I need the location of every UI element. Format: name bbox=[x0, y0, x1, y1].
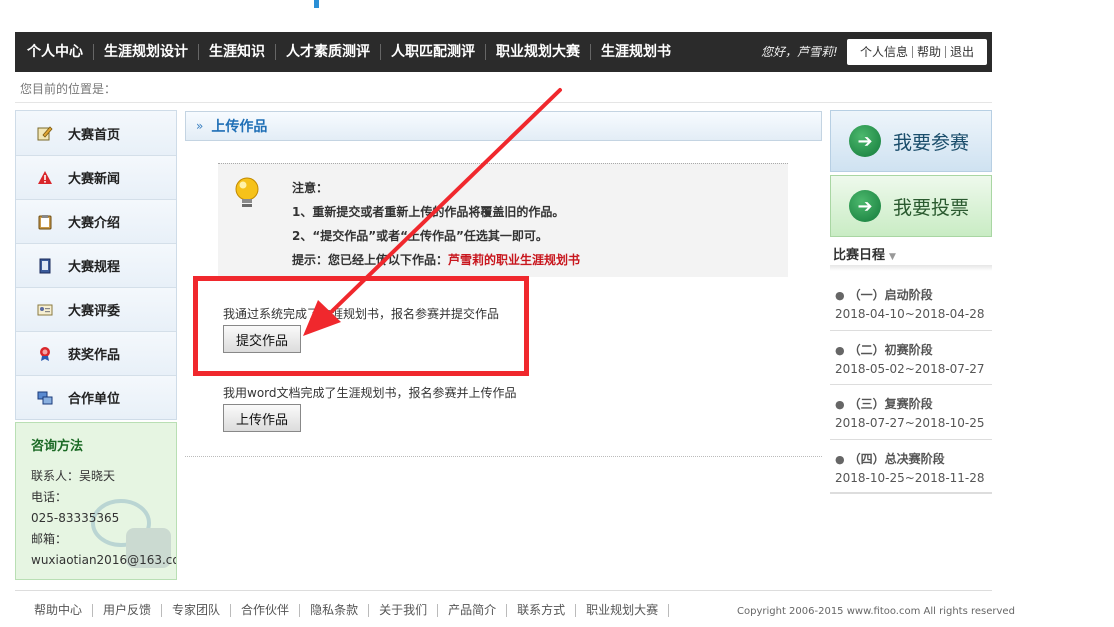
sidebar-item-contest-news[interactable]: 大赛新闻 bbox=[16, 155, 176, 199]
stage-name: （三）复赛阶段 bbox=[848, 397, 933, 411]
stage-name: （四）总决赛阶段 bbox=[848, 451, 945, 466]
notice-tip: 提示：您已经上传以下作品：芦雪莉的职业生涯规划书 bbox=[292, 248, 580, 272]
caret-down-icon: ▼ bbox=[889, 252, 896, 262]
sidebar-item-label: 合作单位 bbox=[68, 392, 121, 407]
contact-phone: 025-83335365 bbox=[31, 511, 120, 525]
sidebar-item-label: 大赛介绍 bbox=[68, 216, 121, 231]
footer-link-privacy[interactable]: 隐私条款 bbox=[300, 604, 370, 617]
footer-link-partners[interactable]: 合作伙伴 bbox=[231, 604, 301, 617]
contact-email: wuxiaotian2016@163.com bbox=[31, 553, 177, 567]
nav-item-career-plan-book[interactable]: 生涯规划书 bbox=[590, 44, 681, 60]
arrow-right-icon: ➔ bbox=[849, 190, 881, 222]
join-contest-button[interactable]: ➔ 我要参赛 bbox=[830, 110, 992, 172]
profile-link[interactable]: 个人信息 bbox=[856, 46, 912, 58]
contact-phone-label: 电话： bbox=[31, 490, 68, 504]
nav-item-talent-assessment[interactable]: 人才素质测评 bbox=[275, 44, 380, 60]
stage-name: （一）启动阶段 bbox=[848, 288, 933, 302]
pencil-icon bbox=[36, 124, 54, 142]
sidebar-item-contest-intro[interactable]: 大赛介绍 bbox=[16, 199, 176, 243]
bullet-icon: ● bbox=[835, 452, 845, 466]
book-icon bbox=[36, 257, 54, 275]
warning-icon bbox=[36, 169, 54, 187]
notice-heading: 注意： bbox=[292, 181, 329, 195]
sidebar-item-label: 获奖作品 bbox=[68, 348, 121, 363]
contact-box: 咨询方法 联系人：吴晓天 电话： 025-83335365 邮箱： wuxiao… bbox=[15, 422, 177, 580]
contact-email-label: 邮箱： bbox=[31, 532, 68, 546]
stage-dates: 2018-10-25~2018-11-28 bbox=[835, 470, 985, 485]
footer-link-products[interactable]: 产品简介 bbox=[438, 604, 508, 617]
sidebar-item-contest-rules[interactable]: 大赛规程 bbox=[16, 243, 176, 287]
contact-person: 联系人：吴晓天 bbox=[31, 469, 116, 483]
schedule-title: 比赛日程 ▼ bbox=[833, 244, 896, 263]
sidebar-item-partners[interactable]: 合作单位 bbox=[16, 375, 176, 419]
highlight-box bbox=[193, 276, 529, 376]
sidebar-item-label: 大赛规程 bbox=[68, 260, 121, 275]
footer-link-about[interactable]: 关于我们 bbox=[369, 604, 439, 617]
double-chevron-icon: » bbox=[196, 119, 204, 133]
footer-links: 帮助中心 用户反馈 专家团队 合作伙伴 隐私条款 关于我们 产品简介 联系方式 … bbox=[24, 604, 670, 617]
windows-icon bbox=[36, 389, 54, 407]
bullet-icon: ● bbox=[835, 343, 845, 357]
sidebar-item-label: 大赛新闻 bbox=[68, 172, 121, 187]
schedule-list: ● （一）启动阶段 2018-04-10~2018-04-28 ● （二）初赛阶段 … bbox=[830, 276, 992, 494]
notice-line-2: 2、“提交作品”或者“上传作品”任选其一即可。 bbox=[292, 229, 548, 243]
sidebar-item-label: 大赛评委 bbox=[68, 304, 121, 319]
top-nav-bar: 个人中心 生涯规划设计 生涯知识 人才素质测评 人职匹配测评 职业规划大赛 生涯… bbox=[15, 32, 992, 72]
footer-link-help[interactable]: 帮助中心 bbox=[24, 604, 94, 617]
nav-item-personal-center[interactable]: 个人中心 bbox=[27, 44, 93, 60]
footer-link-feedback[interactable]: 用户反馈 bbox=[93, 604, 163, 617]
nav-item-job-match[interactable]: 人职匹配测评 bbox=[380, 44, 485, 60]
sidebar-item-contest-judges[interactable]: 大赛评委 bbox=[16, 287, 176, 331]
stage-name: （二）初赛阶段 bbox=[848, 342, 933, 357]
vote-button[interactable]: ➔ 我要投票 bbox=[830, 175, 992, 237]
stage-dates: 2018-04-10~2018-04-28 bbox=[835, 307, 985, 321]
page-title: 上传作品 bbox=[211, 119, 268, 135]
divider bbox=[830, 265, 992, 271]
contest-sidebar: 大赛首页 大赛新闻 大赛介绍 大赛规程 大赛评委 获奖作品 合作单位 bbox=[15, 110, 177, 420]
top-accent-bar bbox=[314, 0, 319, 8]
sidebar-item-award-works[interactable]: 获奖作品 bbox=[16, 331, 176, 375]
schedule-stage: ● （四）总决赛阶段 2018-10-25~2018-11-28 bbox=[830, 440, 992, 494]
help-link[interactable]: 帮助 bbox=[911, 46, 945, 58]
notice-box: 注意： 1、重新提交或者重新上传的作品将覆盖旧的作品。 2、“提交作品”或者“上… bbox=[218, 163, 788, 277]
upload-work-button[interactable]: 上传作品 bbox=[223, 404, 302, 432]
nav-item-career-contest[interactable]: 职业规划大赛 bbox=[485, 44, 590, 60]
join-contest-label: 我要参赛 bbox=[893, 131, 970, 154]
user-greeting: 您好，芦雪莉! bbox=[761, 45, 838, 59]
award-icon bbox=[36, 345, 54, 363]
tip-prefix: 提示：您已经上传以下作品： bbox=[292, 253, 449, 267]
contact-title: 咨询方法 bbox=[31, 439, 84, 454]
footer-link-experts[interactable]: 专家团队 bbox=[162, 604, 232, 617]
nav-item-career-design[interactable]: 生涯规划设计 bbox=[93, 44, 198, 60]
section-header: » 上传作品 bbox=[185, 111, 822, 141]
divider bbox=[15, 102, 992, 103]
schedule-stage: ● （三）复赛阶段 2018-07-27~2018-10-25 bbox=[830, 385, 992, 440]
schedule-stage: ● （一）启动阶段 2018-04-10~2018-04-28 bbox=[830, 276, 992, 331]
lightbulb-icon bbox=[232, 176, 262, 215]
footer-link-contest[interactable]: 职业规划大赛 bbox=[576, 604, 670, 617]
clipboard-icon bbox=[36, 213, 54, 231]
logout-link[interactable]: 退出 bbox=[945, 46, 978, 58]
arrow-right-icon: ➔ bbox=[849, 125, 881, 157]
footer-link-contact[interactable]: 联系方式 bbox=[507, 604, 577, 617]
uploaded-work-link[interactable]: 芦雪莉的职业生涯规划书 bbox=[448, 253, 580, 267]
upload-option-text: 我用word文档完成了生涯规划书，报名参赛并上传作品 bbox=[223, 386, 517, 400]
bullet-icon: ● bbox=[835, 289, 845, 302]
stage-dates: 2018-05-02~2018-07-27 bbox=[835, 361, 985, 376]
vote-label: 我要投票 bbox=[893, 196, 970, 219]
main-menu: 个人中心 生涯规划设计 生涯知识 人才素质测评 人职匹配测评 职业规划大赛 生涯… bbox=[15, 32, 681, 72]
breadcrumb: 您目前的位置是： bbox=[20, 82, 117, 96]
nav-item-career-knowledge[interactable]: 生涯知识 bbox=[198, 44, 275, 60]
sidebar-item-contest-home[interactable]: 大赛首页 bbox=[16, 111, 176, 155]
schedule-title-text: 比赛日程 bbox=[833, 248, 886, 263]
bullet-icon: ● bbox=[835, 398, 845, 411]
stage-dates: 2018-07-27~2018-10-25 bbox=[835, 416, 985, 430]
copyright-text: Copyright 2006-2015 www.fitoo.com All ri… bbox=[737, 606, 1015, 617]
notice-line-1: 1、重新提交或者重新上传的作品将覆盖旧的作品。 bbox=[292, 205, 565, 219]
id-card-icon bbox=[36, 301, 54, 319]
sidebar-item-label: 大赛首页 bbox=[68, 127, 121, 143]
user-links-box: 个人信息 帮助 退出 bbox=[847, 39, 987, 65]
schedule-stage: ● （二）初赛阶段 2018-05-02~2018-07-27 bbox=[830, 331, 992, 385]
divider bbox=[15, 590, 992, 591]
